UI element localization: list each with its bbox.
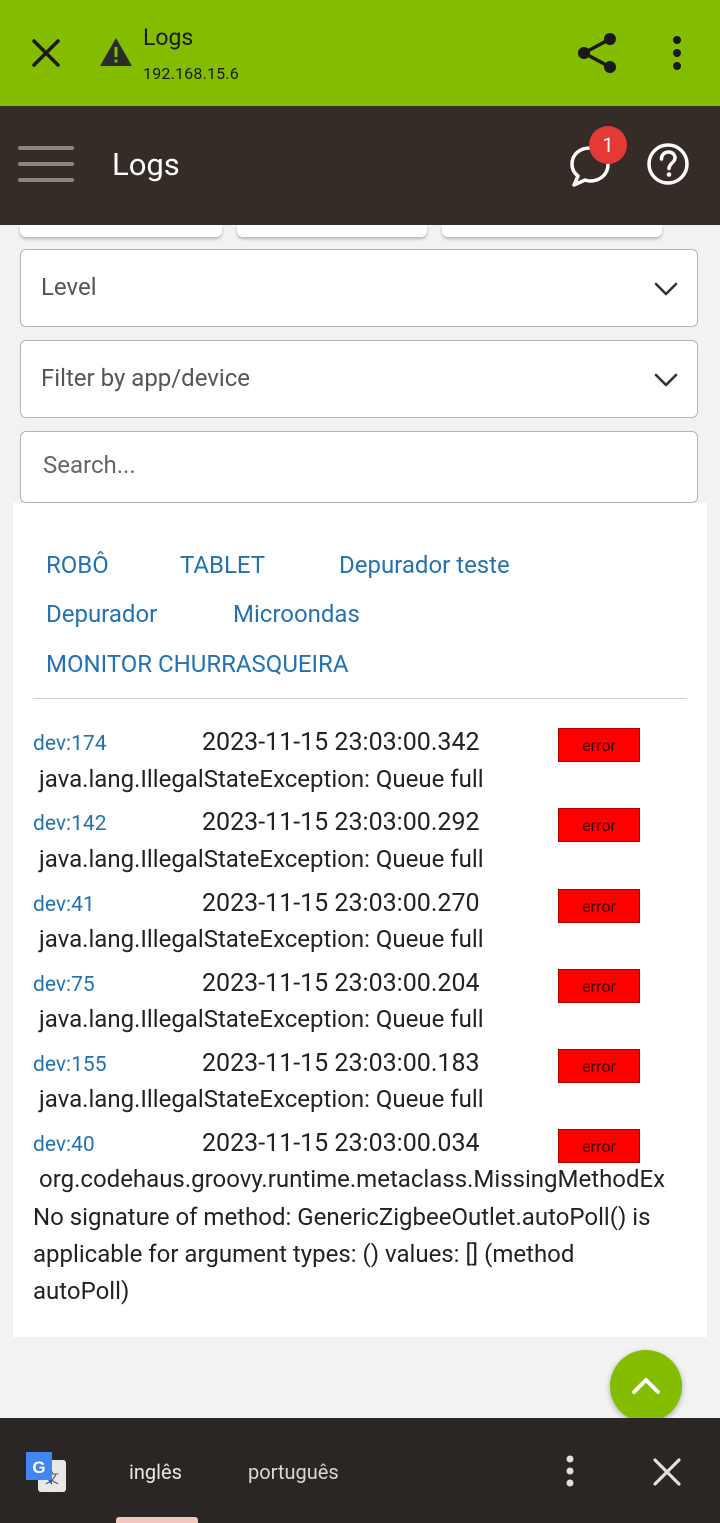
log-message: java.lang.IllegalStateException: Queue f… [39, 765, 484, 793]
log-level-badge: error [558, 808, 640, 842]
translate-source-lang[interactable]: inglês [129, 1460, 182, 1484]
search-input[interactable] [41, 450, 665, 480]
log-device-link[interactable]: dev:40 [33, 1133, 95, 1157]
browser-url: 192.168.15.6 [143, 64, 239, 83]
svg-text:G: G [32, 1458, 45, 1477]
level-select-label: Level [41, 273, 97, 301]
menu-icon[interactable] [18, 146, 74, 186]
quick-filter-tablet[interactable]: TABLET [180, 551, 265, 579]
log-message: java.lang.IllegalStateException: Queue f… [39, 1005, 484, 1033]
log-level-badge: error [558, 1049, 640, 1083]
log-level-badge: error [558, 969, 640, 1003]
log-timestamp: 2023-11-15 23:03:00.270 [202, 889, 480, 918]
log-message-detail: No signature of method: GenericZigbeeOut… [33, 1203, 651, 1305]
log-level-badge: error [558, 1129, 640, 1163]
log-device-link[interactable]: dev:41 [33, 893, 95, 917]
quick-filter-robo[interactable]: ROBÔ [46, 551, 109, 579]
app-header: Logs 1 [0, 106, 720, 225]
tab-stub[interactable] [442, 225, 662, 237]
log-timestamp: 2023-11-15 23:03:00.292 [202, 808, 480, 837]
chevron-down-icon [654, 282, 678, 296]
log-timestamp: 2023-11-15 23:03:00.183 [202, 1049, 480, 1078]
quick-filter-depurador-teste[interactable]: Depurador teste [339, 551, 510, 579]
log-device-link[interactable]: dev:142 [33, 812, 107, 836]
log-level-badge: error [558, 728, 640, 762]
notification-badge: 1 [589, 126, 627, 164]
tab-stub[interactable] [20, 225, 222, 237]
log-device-link[interactable]: dev:174 [33, 732, 107, 756]
log-device-link[interactable]: dev:155 [33, 1053, 107, 1077]
scroll-to-top-button[interactable] [610, 1350, 682, 1422]
log-timestamp: 2023-11-15 23:03:00.034 [202, 1129, 480, 1158]
browser-toolbar: Logs 192.168.15.6 [0, 0, 720, 106]
log-message: java.lang.IllegalStateException: Queue f… [39, 925, 484, 953]
app-device-filter-select[interactable]: Filter by app/device [20, 340, 698, 418]
close-icon[interactable] [26, 33, 66, 73]
log-message: java.lang.IllegalStateException: Queue f… [39, 845, 484, 873]
translate-bar: 文 G inglês português [0, 1418, 720, 1523]
share-icon[interactable] [574, 30, 620, 76]
log-timestamp: 2023-11-15 23:03:00.204 [202, 969, 480, 998]
active-lang-indicator [116, 1517, 198, 1523]
log-message: java.lang.IllegalStateException: Queue f… [39, 1085, 484, 1113]
browser-page-title: Logs [143, 24, 194, 51]
divider [33, 698, 687, 699]
translate-target-lang[interactable]: português [248, 1460, 339, 1484]
warning-icon [100, 38, 132, 66]
chevron-down-icon [654, 373, 678, 387]
log-timestamp: 2023-11-15 23:03:00.342 [202, 728, 480, 757]
log-message: org.codehaus.groovy.runtime.metaclass.Mi… [39, 1165, 666, 1193]
search-field[interactable] [20, 431, 698, 503]
quick-filter-monitor-churrasqueira[interactable]: MONITOR CHURRASQUEIRA [46, 650, 349, 678]
tab-stub[interactable] [237, 225, 427, 237]
chevron-up-icon [632, 1378, 660, 1394]
more-vert-icon[interactable] [664, 34, 690, 74]
level-select[interactable]: Level [20, 249, 698, 327]
log-device-link[interactable]: dev:75 [33, 973, 95, 997]
close-icon[interactable] [650, 1455, 684, 1489]
more-vert-icon[interactable] [558, 1452, 582, 1492]
help-icon[interactable] [646, 142, 690, 186]
google-translate-icon: 文 G [26, 1452, 66, 1492]
quick-filter-depurador[interactable]: Depurador [46, 600, 157, 628]
log-level-badge: error [558, 889, 640, 923]
app-device-filter-label: Filter by app/device [41, 364, 251, 392]
quick-filter-microondas[interactable]: Microondas [233, 600, 360, 628]
page-title: Logs [112, 146, 180, 183]
